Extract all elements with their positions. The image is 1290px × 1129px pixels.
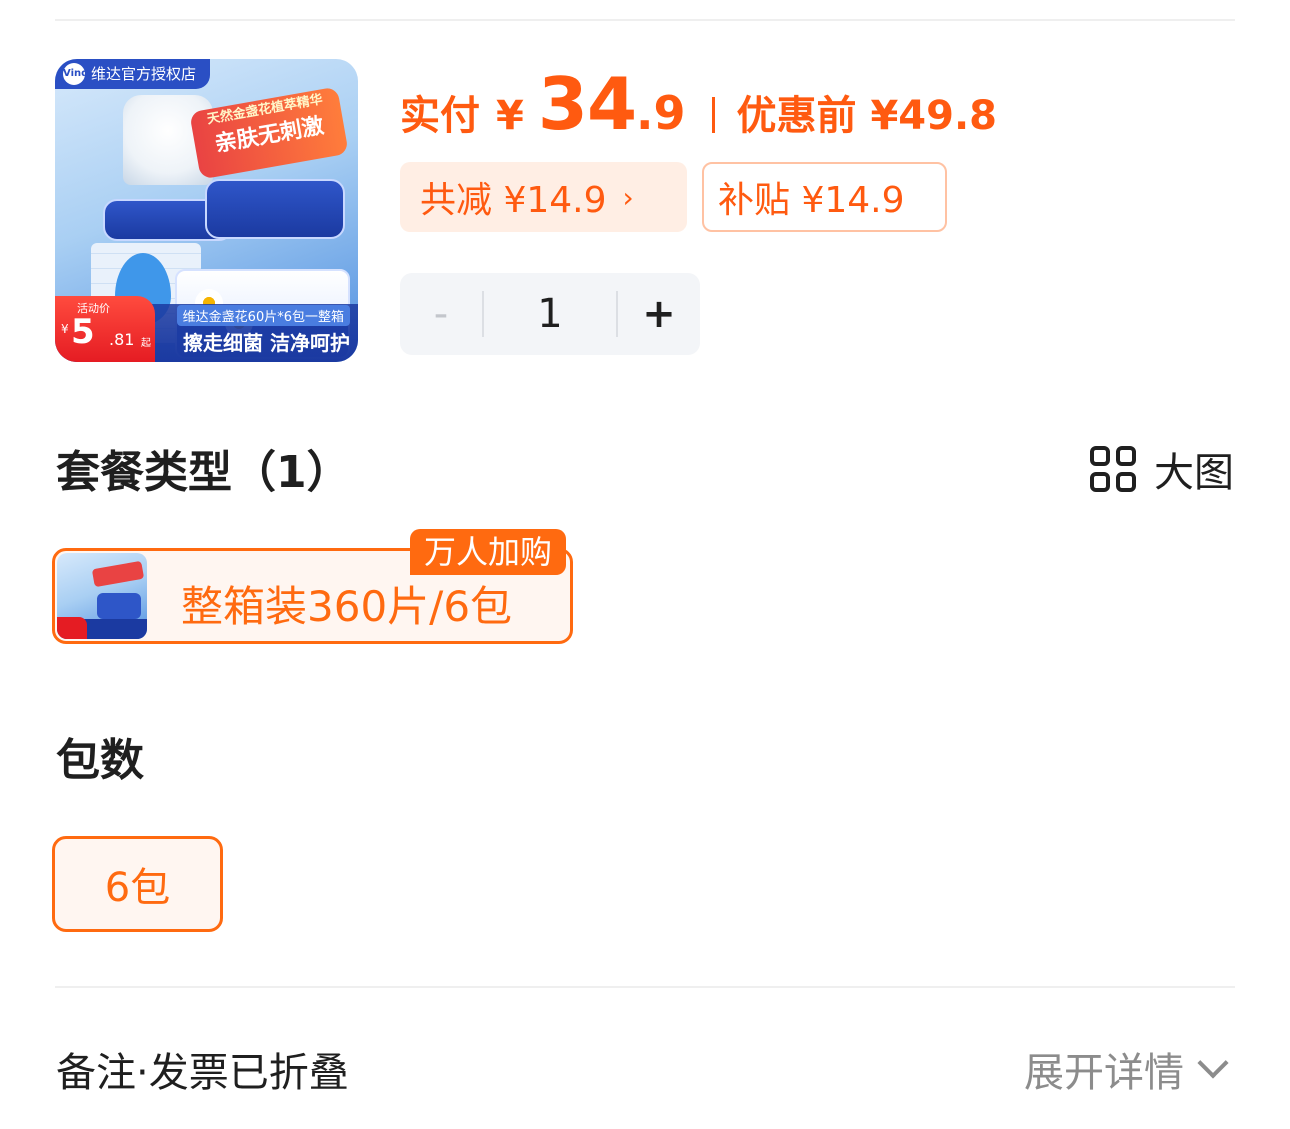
combo-option-selected[interactable]: 整箱装360片/6包 万人加购 <box>52 529 573 644</box>
product-image[interactable]: Vinda 维达官方授权店 天然金盏花植萃精华 亲肤无刺激 维达金盏花60片*6… <box>55 59 358 362</box>
popular-badge: 万人加购 <box>409 529 566 575</box>
price-row: 实付 ¥ 34 .9 优惠前 ¥49.8 <box>400 62 997 152</box>
expand-details-label: 展开详情 <box>1024 1050 1184 1096</box>
large-image-toggle[interactable]: 大图 <box>1090 440 1234 498</box>
price-separator <box>711 97 715 133</box>
activity-price-badge: 活动价 ¥ 5 .81 起 <box>55 296 155 362</box>
expand-details-button[interactable]: 展开详情 <box>1024 1040 1229 1098</box>
total-reduction-chip[interactable]: 共减 ¥14.9 › <box>400 162 687 232</box>
increase-button[interactable]: + <box>618 273 700 355</box>
combo-option-label: 整箱装360片/6包 <box>181 582 513 631</box>
price-before-discount: 优惠前 ¥49.8 <box>736 93 997 139</box>
chevron-right-icon: › <box>622 180 634 214</box>
shop-label-text: 维达官方授权店 <box>91 65 197 83</box>
pack-option-selected[interactable]: 6包 <box>52 836 223 932</box>
activity-price-int: 5 <box>71 312 95 352</box>
subsidy-chip: 补贴 ¥14.9 <box>702 162 947 232</box>
paid-price-dec: .9 <box>636 86 686 140</box>
grid-icon <box>1090 446 1136 492</box>
note-invoice-label: 备注·发票已折叠 <box>56 1050 349 1096</box>
slogan: 擦走细菌 洁净呵护 <box>183 331 350 355</box>
subsidy-text: 补贴 ¥14.9 <box>718 180 905 221</box>
package-caption: 维达金盏花60片*6包一整箱 <box>176 305 350 326</box>
activity-price-dec: .81 <box>109 330 135 349</box>
large-image-label: 大图 <box>1154 450 1234 496</box>
option-thumbnail <box>57 553 147 639</box>
shop-label: Vinda 维达官方授权店 <box>55 59 211 89</box>
paid-label: 实付 <box>400 93 480 139</box>
decrease-button[interactable]: - <box>400 273 482 355</box>
section-divider <box>55 986 1235 988</box>
total-reduction-text: 共减 ¥14.9 <box>420 180 607 221</box>
pack-count-title: 包数 <box>56 735 144 786</box>
activity-price-suffix: 起 <box>141 338 151 349</box>
promo-tag: 天然金盏花植萃精华 亲肤无刺激 <box>189 86 349 180</box>
pack-graphic <box>205 179 345 239</box>
brand-logo: Vinda <box>63 63 95 85</box>
currency-symbol: ¥ <box>496 93 524 139</box>
chevron-down-icon <box>1197 1047 1229 1079</box>
top-divider <box>55 19 1235 21</box>
paid-price-int: 34 <box>537 62 637 146</box>
activity-currency: ¥ <box>61 322 69 336</box>
combo-type-title: 套餐类型（1） <box>56 447 351 498</box>
quantity-value[interactable]: 1 <box>484 291 616 337</box>
quantity-stepper: - 1 + <box>400 273 700 355</box>
